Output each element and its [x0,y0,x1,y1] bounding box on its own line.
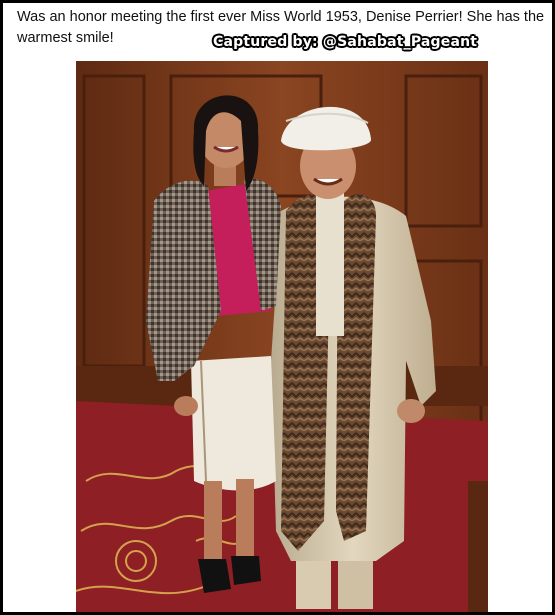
boot [296,561,331,609]
post-card: Was an honor meeting the first ever Miss… [3,3,552,612]
smile [213,145,239,153]
hand [397,399,425,423]
turtleneck [316,186,344,336]
leg [204,481,222,561]
hand [174,396,198,416]
wall-corner [468,481,488,612]
post-photo[interactable] [76,61,488,612]
leg [236,479,254,559]
black-heel [231,556,261,585]
photo-illustration [76,61,488,612]
boot [338,561,373,609]
watermark-text: Captured by: @Sahabat_Pageant [213,34,478,50]
